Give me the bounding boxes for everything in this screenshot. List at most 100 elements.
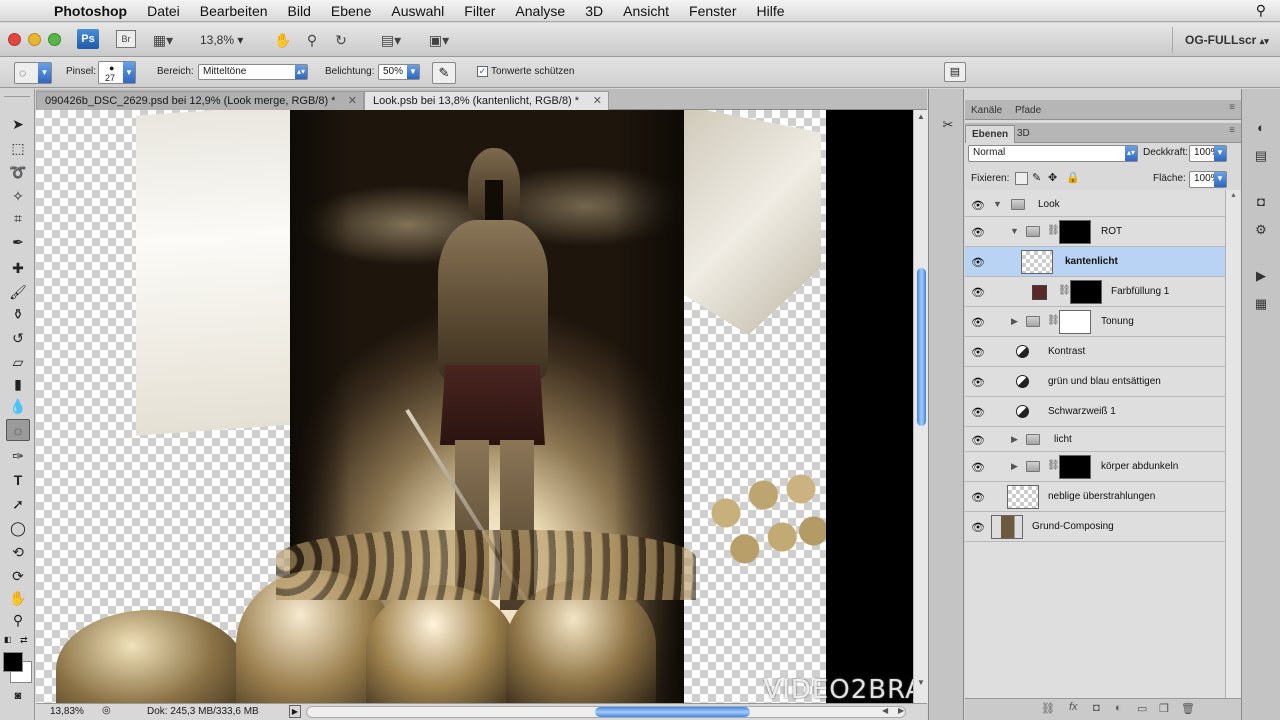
menu-analyse[interactable]: Analyse xyxy=(515,3,565,19)
status-zoom-value[interactable]: 13,83% xyxy=(50,706,84,717)
lock-transparent-icon[interactable] xyxy=(1015,172,1028,185)
layer-row-licht[interactable]: 👁 ▶ licht xyxy=(965,427,1225,452)
swap-colors-icon[interactable]: ⇄ xyxy=(20,635,28,646)
layer-mask-thumbnail[interactable] xyxy=(1059,220,1091,244)
visibility-eye-icon[interactable]: 👁 xyxy=(971,491,985,504)
new-group-icon[interactable]: ▭ xyxy=(1137,702,1147,715)
animation-icon[interactable]: ▶ xyxy=(1250,266,1272,286)
layer-row-koerper-abdunkeln[interactable]: 👁 ▶ ⛓ körper abdunkeln xyxy=(965,452,1225,482)
expand-triangle-icon[interactable]: ▼ xyxy=(993,199,1002,209)
layer-row-grund-composing[interactable]: 👁 Grund-Composing xyxy=(965,512,1225,542)
layer-row-kontrast[interactable]: 👁 Kontrast xyxy=(965,337,1225,367)
adjustments-icon[interactable]: ◐ xyxy=(1250,118,1272,138)
brush-tool-icon[interactable]: 🖌 xyxy=(6,281,30,303)
mask-link-icon[interactable]: ⛓ xyxy=(1047,460,1060,471)
zoom-tool-icon[interactable]: ⚲ xyxy=(301,31,323,49)
tab-paths[interactable]: Pfade xyxy=(1009,102,1047,120)
visibility-eye-icon[interactable]: 👁 xyxy=(971,226,985,239)
menu-fenster[interactable]: Fenster xyxy=(689,3,736,19)
scroll-down-icon[interactable]: ▼ xyxy=(917,678,925,687)
mask-link-icon[interactable]: ⛓ xyxy=(1047,225,1060,236)
new-adjustment-icon[interactable]: ◐ xyxy=(1115,702,1122,714)
visibility-eye-icon[interactable]: 👁 xyxy=(971,406,985,419)
layer-row-look[interactable]: 👁 ▼ Look xyxy=(965,190,1225,217)
menu-auswahl[interactable]: Auswahl xyxy=(391,3,444,19)
document-canvas[interactable]: VIDEO2BRAIN xyxy=(36,110,913,703)
menu-bearbeiten[interactable]: Bearbeiten xyxy=(200,3,268,19)
zoom-level-select[interactable]: 13,8% ▾ xyxy=(200,33,243,47)
hand-tool-icon[interactable]: ✋ xyxy=(272,31,294,49)
horizontal-scroll-thumb[interactable] xyxy=(595,707,750,717)
add-mask-icon[interactable]: ◘ xyxy=(1093,702,1100,714)
menu-3d[interactable]: 3D xyxy=(585,3,603,19)
actions-icon[interactable]: ⚙ xyxy=(1250,220,1272,240)
scroll-right-icon[interactable]: ▶ xyxy=(898,706,904,715)
tool-presets-icon[interactable]: ✂ xyxy=(937,115,959,135)
clone-stamp-tool-icon[interactable]: ⚱ xyxy=(6,303,30,325)
collapse-triangle-icon[interactable]: ▶ xyxy=(1011,434,1018,445)
layer-mask-thumbnail[interactable] xyxy=(1070,280,1102,304)
lock-image-icon[interactable]: ✎ xyxy=(1032,171,1041,184)
hand-tool-icon[interactable]: ✋ xyxy=(6,587,30,609)
layer-row-tonung[interactable]: 👁 ▶ ⛓ Tonung xyxy=(965,307,1225,337)
healing-brush-tool-icon[interactable]: ✚ xyxy=(6,257,30,279)
menu-datei[interactable]: Datei xyxy=(147,3,180,19)
tab-channels[interactable]: Kanäle xyxy=(965,102,1008,120)
tab-close-icon[interactable]: ✕ xyxy=(593,92,602,110)
layer-style-icon[interactable]: fx xyxy=(1069,701,1078,713)
status-menu-arrow-icon[interactable]: ▶ xyxy=(289,705,301,718)
layer-mask-thumbnail[interactable] xyxy=(1059,310,1091,334)
layer-thumbnail[interactable] xyxy=(1007,485,1039,509)
visibility-eye-icon[interactable]: 👁 xyxy=(971,256,985,269)
visibility-eye-icon[interactable]: 👁 xyxy=(971,286,985,299)
delete-layer-icon[interactable]: 🗑 xyxy=(1181,702,1195,715)
fill-input[interactable]: 100% ▼ xyxy=(1189,171,1227,188)
vertical-scroll-thumb[interactable] xyxy=(917,268,926,426)
canvas-vertical-scrollbar[interactable]: ▲ ▼ xyxy=(913,110,928,703)
history-brush-tool-icon[interactable]: ↺ xyxy=(6,327,30,349)
arrange-documents-icon[interactable]: ▤▾ xyxy=(374,31,408,49)
visibility-eye-icon[interactable]: 👁 xyxy=(971,316,985,329)
minimize-window-button[interactable] xyxy=(28,33,41,46)
sponge-tool-icon[interactable]: ◌ xyxy=(6,419,30,441)
lock-position-icon[interactable]: ✥ xyxy=(1048,171,1057,184)
workspace-switcher[interactable]: OG-FULLscr ▴▾ xyxy=(1172,27,1280,53)
quick-mask-icon[interactable]: ◙ xyxy=(6,685,30,707)
layer-thumbnail[interactable] xyxy=(991,515,1023,539)
visibility-eye-icon[interactable]: 👁 xyxy=(971,199,985,212)
menu-app-photoshop[interactable]: Photoshop xyxy=(54,3,127,19)
lasso-tool-icon[interactable]: ➰ xyxy=(6,161,30,183)
layer-row-gruen-blau[interactable]: 👁 grün und blau entsättigen xyxy=(965,367,1225,397)
layer-row-farbfuellung[interactable]: 👁 ⛓ Farbfüllung 1 xyxy=(965,277,1225,307)
brush-picker[interactable]: ● 27 ▼ xyxy=(98,61,136,84)
menu-filter[interactable]: Filter xyxy=(464,3,495,19)
mask-link-icon[interactable]: ⛓ xyxy=(1058,285,1071,296)
menu-bild[interactable]: Bild xyxy=(288,3,311,19)
menu-hilfe[interactable]: Hilfe xyxy=(757,3,785,19)
marquee-tool-icon[interactable]: ⬚ xyxy=(6,137,30,159)
zoom-window-button[interactable] xyxy=(48,33,61,46)
visibility-eye-icon[interactable]: 👁 xyxy=(971,461,985,474)
default-colors-icon[interactable]: ◧ xyxy=(4,635,12,644)
gradient-tool-icon[interactable]: ▮ xyxy=(6,373,30,395)
tab-3d[interactable]: 3D xyxy=(1011,125,1036,143)
crop-tool-icon[interactable]: ⌗ xyxy=(6,207,30,229)
layer-row-schwarzweiss[interactable]: 👁 Schwarzweiß 1 xyxy=(965,397,1225,427)
tab-layers[interactable]: Ebenen xyxy=(965,125,1016,143)
layers-scrollbar[interactable]: ▲ xyxy=(1225,190,1241,698)
move-tool-icon[interactable]: ➤ xyxy=(6,113,30,135)
type-tool-icon[interactable]: T xyxy=(6,469,30,491)
adjustment-layer-icon[interactable] xyxy=(1016,345,1029,358)
eraser-tool-icon[interactable]: ▱ xyxy=(6,351,30,373)
bridge-button[interactable]: Br xyxy=(116,30,136,48)
toolbox-grip[interactable] xyxy=(4,91,30,97)
layer-row-rot[interactable]: 👁 ▼ ⛓ ROT xyxy=(965,217,1225,247)
spotlight-search-icon[interactable]: ⚲ xyxy=(1256,2,1266,19)
fill-color-swatch[interactable] xyxy=(1032,285,1047,300)
protect-tones-checkbox[interactable]: ✓ xyxy=(477,66,488,77)
quick-selection-tool-icon[interactable]: ✧ xyxy=(6,185,30,207)
collapse-triangle-icon[interactable]: ▶ xyxy=(1011,461,1018,472)
expand-triangle-icon[interactable]: ▼ xyxy=(1010,226,1019,236)
path-selection-tool-icon[interactable]: ➚ xyxy=(6,493,30,515)
blend-mode-select[interactable]: Normal ▴▾ xyxy=(968,145,1138,162)
